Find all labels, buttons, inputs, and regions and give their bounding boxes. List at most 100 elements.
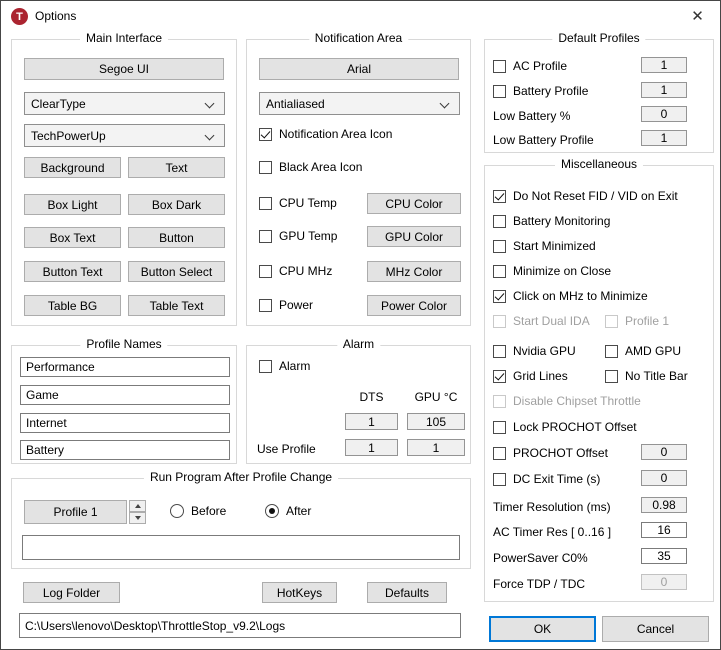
checkbox-box[interactable] — [493, 290, 506, 303]
profile2-name-input[interactable] — [20, 385, 230, 405]
box-dark-button[interactable]: Box Dark — [128, 194, 225, 215]
notification-area-icon-checkbox[interactable]: Notification Area Icon — [259, 127, 392, 141]
power-checkbox[interactable]: Power — [259, 298, 313, 312]
alarm-dts-input[interactable] — [345, 413, 398, 430]
alarm-checkbox[interactable]: Alarm — [259, 359, 310, 373]
cancel-button[interactable]: Cancel — [602, 616, 709, 642]
table-text-button[interactable]: Table Text — [128, 295, 225, 316]
theme-select[interactable]: TechPowerUp — [24, 124, 225, 147]
gpu-temp-checkbox[interactable]: GPU Temp — [259, 229, 337, 243]
minimize-on-close-checkbox[interactable]: Minimize on Close — [493, 264, 611, 278]
checkbox-box[interactable] — [493, 190, 506, 203]
log-folder-button[interactable]: Log Folder — [23, 582, 120, 603]
ok-button[interactable]: OK — [489, 616, 596, 642]
use-profile-gpu-input[interactable] — [407, 439, 465, 456]
main-interface-legend: Main Interface — [80, 31, 168, 45]
profile3-name-input[interactable] — [20, 413, 230, 433]
timer-resolution-input[interactable] — [641, 497, 687, 513]
gpu-color-button[interactable]: GPU Color — [367, 226, 461, 247]
box-light-button[interactable]: Box Light — [24, 194, 121, 215]
log-path-input[interactable] — [19, 613, 461, 638]
prochot-offset-checkbox[interactable]: PROCHOT Offset — [493, 446, 608, 460]
profile1-dual-checkbox: Profile 1 — [605, 314, 669, 328]
checkbox-box[interactable] — [605, 345, 618, 358]
run-program-profile-button[interactable]: Profile 1 — [24, 500, 127, 524]
grid-lines-checkbox[interactable]: Grid Lines — [493, 369, 568, 383]
run-program-command-input[interactable] — [22, 535, 460, 560]
checkbox-box[interactable] — [259, 299, 272, 312]
spinner-up-button[interactable] — [129, 500, 146, 512]
low-battery-profile-input[interactable] — [641, 130, 687, 146]
text-color-button[interactable]: Text — [128, 157, 225, 178]
defaults-button[interactable]: Defaults — [367, 582, 447, 603]
ac-profile-checkbox[interactable]: AC Profile — [493, 59, 567, 73]
hotkeys-button[interactable]: HotKeys — [262, 582, 337, 603]
run-program-group: Run Program After Profile Change Profile… — [11, 478, 471, 569]
background-color-button[interactable]: Background — [24, 157, 121, 178]
cpu-mhz-checkbox[interactable]: CPU MHz — [259, 264, 332, 278]
power-color-button[interactable]: Power Color — [367, 295, 461, 316]
no-title-bar-checkbox[interactable]: No Title Bar — [605, 369, 688, 383]
checkbox-box[interactable] — [259, 230, 272, 243]
mhz-color-button[interactable]: MHz Color — [367, 261, 461, 282]
checkbox-box[interactable] — [259, 128, 272, 141]
close-button[interactable]: ✕ — [675, 1, 720, 30]
battery-profile-checkbox[interactable]: Battery Profile — [493, 84, 588, 98]
spinner-down-button[interactable] — [129, 512, 146, 524]
low-battery-pct-input[interactable] — [641, 106, 687, 122]
checkbox-box[interactable] — [493, 265, 506, 278]
checkbox-box[interactable] — [259, 197, 272, 210]
checkbox-box[interactable] — [493, 215, 506, 228]
notification-font-button[interactable]: Arial — [259, 58, 459, 80]
amd-gpu-checkbox[interactable]: AMD GPU — [605, 344, 681, 358]
main-font-button[interactable]: Segoe UI — [24, 58, 224, 80]
cpu-color-button[interactable]: CPU Color — [367, 193, 461, 214]
do-not-reset-fid-vid-checkbox[interactable]: Do Not Reset FID / VID on Exit — [493, 189, 678, 203]
start-minimized-checkbox[interactable]: Start Minimized — [493, 239, 596, 253]
checkbox-box[interactable] — [259, 265, 272, 278]
checkbox-box[interactable] — [259, 360, 272, 373]
lock-prochot-offset-checkbox[interactable]: Lock PROCHOT Offset — [493, 420, 637, 434]
cpu-temp-checkbox[interactable]: CPU Temp — [259, 196, 337, 210]
powersaver-c0-input[interactable] — [641, 548, 687, 564]
checkbox-box[interactable] — [493, 85, 506, 98]
checkbox-box[interactable] — [605, 370, 618, 383]
box-text-button[interactable]: Box Text — [24, 227, 121, 248]
render-mode-select[interactable]: Antialiased — [259, 92, 460, 115]
radio-circle[interactable] — [170, 504, 184, 518]
checkbox-box[interactable] — [493, 473, 506, 486]
checkbox-label: AMD GPU — [625, 344, 681, 358]
profile-names-legend: Profile Names — [80, 337, 167, 351]
checkbox-box[interactable] — [493, 60, 506, 73]
after-radio[interactable]: After — [265, 504, 311, 518]
profile4-name-input[interactable] — [20, 440, 230, 460]
nvidia-gpu-checkbox[interactable]: Nvidia GPU — [493, 344, 576, 358]
prochot-offset-input[interactable] — [641, 444, 687, 460]
checkbox-box[interactable] — [493, 447, 506, 460]
checkbox-box[interactable] — [493, 345, 506, 358]
alarm-gpu-input[interactable] — [407, 413, 465, 430]
button-text-button[interactable]: Button Text — [24, 261, 121, 282]
dc-exit-time-input[interactable] — [641, 470, 687, 486]
dc-exit-time-checkbox[interactable]: DC Exit Time (s) — [493, 472, 600, 486]
profile1-name-input[interactable] — [20, 357, 230, 377]
checkbox-box[interactable] — [259, 161, 272, 174]
checkbox-box[interactable] — [493, 421, 506, 434]
button-color-button[interactable]: Button — [128, 227, 225, 248]
radio-label: Before — [191, 504, 226, 518]
button-select-button[interactable]: Button Select — [128, 261, 225, 282]
use-profile-dts-input[interactable] — [345, 439, 398, 456]
click-mhz-minimize-checkbox[interactable]: Click on MHz to Minimize — [493, 289, 648, 303]
checkbox-box[interactable] — [493, 370, 506, 383]
ac-profile-input[interactable] — [641, 57, 687, 73]
table-bg-button[interactable]: Table BG — [24, 295, 121, 316]
battery-profile-input[interactable] — [641, 82, 687, 98]
black-area-icon-checkbox[interactable]: Black Area Icon — [259, 160, 362, 174]
checkbox-box[interactable] — [493, 240, 506, 253]
ac-timer-res-input[interactable] — [641, 522, 687, 538]
before-radio[interactable]: Before — [170, 504, 226, 518]
battery-monitoring-checkbox[interactable]: Battery Monitoring — [493, 214, 610, 228]
radio-label: After — [286, 504, 311, 518]
font-smoothing-select[interactable]: ClearType — [24, 92, 225, 115]
radio-circle[interactable] — [265, 504, 279, 518]
